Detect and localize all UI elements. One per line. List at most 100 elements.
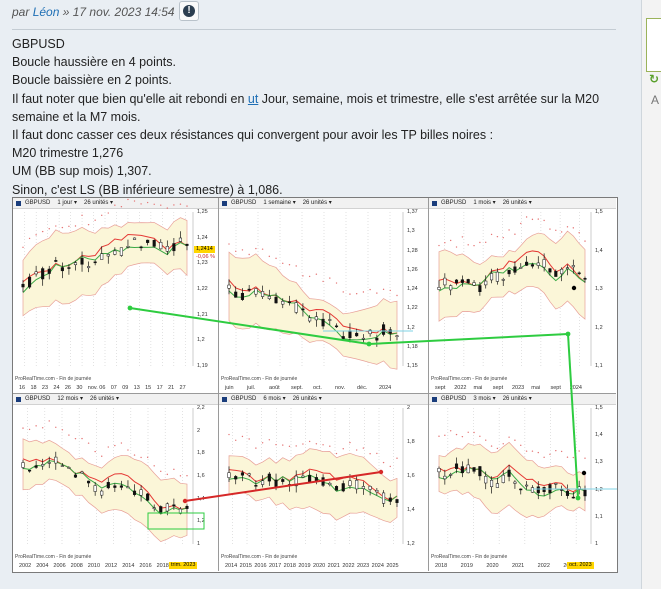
time-tick: 2017 — [269, 563, 282, 569]
candle-body — [227, 472, 231, 478]
candle-body — [314, 477, 318, 482]
chart-panel-2[interactable]: GBPUSD 1 semaine ▾ 26 unités ▾ 1,37 1,3 1,28 1… — [219, 198, 429, 394]
candle-body — [361, 486, 365, 489]
sidebar-letter: A — [651, 93, 660, 107]
candle-body — [28, 469, 32, 472]
candle-body — [519, 267, 523, 269]
chart-source-label: ProRealTime.com - Fin de journée — [15, 554, 92, 560]
candle-body — [560, 268, 564, 275]
candle-body — [132, 237, 137, 240]
post-author-link[interactable]: Léon — [33, 5, 60, 19]
candle-body — [536, 486, 540, 494]
time-tick: déc. — [357, 385, 368, 391]
sar-dot — [382, 288, 385, 291]
sar-dot — [520, 444, 522, 447]
sar-dot — [61, 226, 64, 229]
price-tick: 1,3 — [595, 459, 603, 466]
time-tick: 18 — [30, 385, 37, 391]
candle-body — [583, 489, 587, 497]
sar-dot — [449, 239, 452, 242]
sar-dot — [520, 222, 522, 225]
time-tick: nov. — [335, 385, 345, 391]
sar-dot — [566, 226, 569, 228]
time-tick: 2024 — [569, 385, 582, 391]
candle-body — [294, 475, 298, 487]
candle-body — [146, 493, 150, 501]
time-axis-labels: 16 18 23 24 26 30 nov. 06 07 09 13 15 17 21 27 — [19, 385, 191, 393]
candle-body — [87, 266, 91, 269]
candle-body — [73, 262, 78, 266]
chart-panel-3[interactable]: GBPUSD 1 mois ▾ 26 unités ▾ 1,5 1,4 1,3 1,2 1,1… — [429, 198, 616, 394]
refresh-icon[interactable]: ↻ — [649, 72, 659, 86]
post-text: Jour, semaine, mois et trimestre, elle s… — [258, 91, 600, 106]
sar-dot — [35, 234, 37, 236]
candle-body — [507, 269, 511, 275]
price-tick: 1,22 — [197, 286, 208, 292]
candle-body — [507, 469, 511, 477]
sar-dot — [438, 244, 440, 247]
candle-body — [100, 490, 104, 496]
time-axis-labels: 2002200420062008201020122014201620182020 — [19, 563, 191, 571]
price-tick: 1,4 — [595, 432, 603, 439]
sar-dot — [389, 465, 391, 468]
exclamation-icon: ! — [183, 5, 195, 17]
sar-dot — [179, 475, 182, 477]
price-tick: 1,5 — [595, 209, 603, 215]
price-axis-labels: 2,2 2 1,8 1,6 1,4 1,2 1 — [197, 405, 218, 547]
chart-panel-5[interactable]: GBPUSD 6 mois ▾ 26 unités ▾ 2 1,8 1,6 1,4 1,2 20… — [219, 394, 429, 571]
sar-dot — [479, 241, 481, 244]
time-tick: 15 — [145, 385, 152, 391]
candle-body — [554, 483, 558, 485]
sar-dot — [275, 257, 277, 260]
sar-dot — [485, 241, 487, 244]
price-tick: 1,8 — [407, 439, 415, 445]
candle-body — [152, 240, 156, 247]
post-separator — [12, 29, 616, 30]
sar-dot — [444, 241, 446, 244]
chart-panel-6[interactable]: GBPUSD 3 mois ▾ 26 unités ▾ 1,5 1,4 1,3 1,2 1,1… — [429, 394, 616, 571]
candle-body — [501, 279, 505, 281]
price-tick: 2 — [197, 427, 201, 434]
chart-panel-4[interactable]: GBPUSD 12 mois ▾ 26 unités ▾ 2,2 2 1,8 1,6 1,4 1… — [13, 394, 219, 571]
sar-dot — [578, 450, 580, 452]
sidebar-widget[interactable] — [646, 18, 661, 72]
sar-dot — [455, 246, 458, 248]
post-line: GBPUSD — [12, 37, 65, 51]
sar-dot — [376, 292, 378, 294]
time-tick: 07 — [110, 385, 117, 391]
candle-body — [536, 262, 540, 266]
candle-body — [172, 504, 176, 507]
candle-body — [437, 468, 441, 473]
time-tick: sept — [550, 385, 561, 391]
candle-body — [247, 473, 251, 476]
price-tick: 1,26 — [407, 266, 418, 273]
candle-body — [548, 268, 552, 273]
chart-composite-image[interactable]: GBPUSD 1 jour ▾ 26 unités ▾ 1,25 1,24 1,23 1,2… — [12, 197, 618, 573]
chart-source-label: ProRealTime.com - Fin de journée — [15, 376, 92, 382]
sar-dot — [261, 442, 264, 444]
sar-dot — [584, 457, 586, 459]
candle-body — [495, 271, 499, 282]
candle-body — [472, 282, 476, 286]
sar-dot — [438, 435, 440, 437]
time-tick: sept — [492, 385, 504, 391]
candle-body — [21, 462, 25, 468]
ut-link[interactable]: ut — [248, 92, 258, 106]
candle-body — [375, 490, 379, 493]
sar-dot — [186, 475, 188, 477]
sar-dot — [308, 440, 311, 443]
sar-dot — [355, 449, 358, 451]
time-tick: 2023 — [357, 563, 370, 569]
post-line: Il faut donc casser ces deux résistances… — [12, 128, 494, 143]
post-meta: par Léon » 17 nov. 2023 14:54 — [12, 4, 175, 20]
time-tick: 2020 — [313, 563, 326, 569]
sar-dot — [87, 442, 90, 444]
sar-dot — [35, 425, 37, 427]
candle-body — [100, 253, 104, 260]
candle-body — [261, 291, 265, 297]
price-tick: 1,4 — [197, 495, 205, 502]
sar-dot — [173, 468, 175, 471]
chart-panel-1[interactable]: GBPUSD 1 jour ▾ 26 unités ▾ 1,25 1,24 1,23 1,2… — [13, 198, 219, 394]
chart-plot — [227, 408, 404, 544]
report-post-button[interactable]: ! — [179, 1, 199, 21]
